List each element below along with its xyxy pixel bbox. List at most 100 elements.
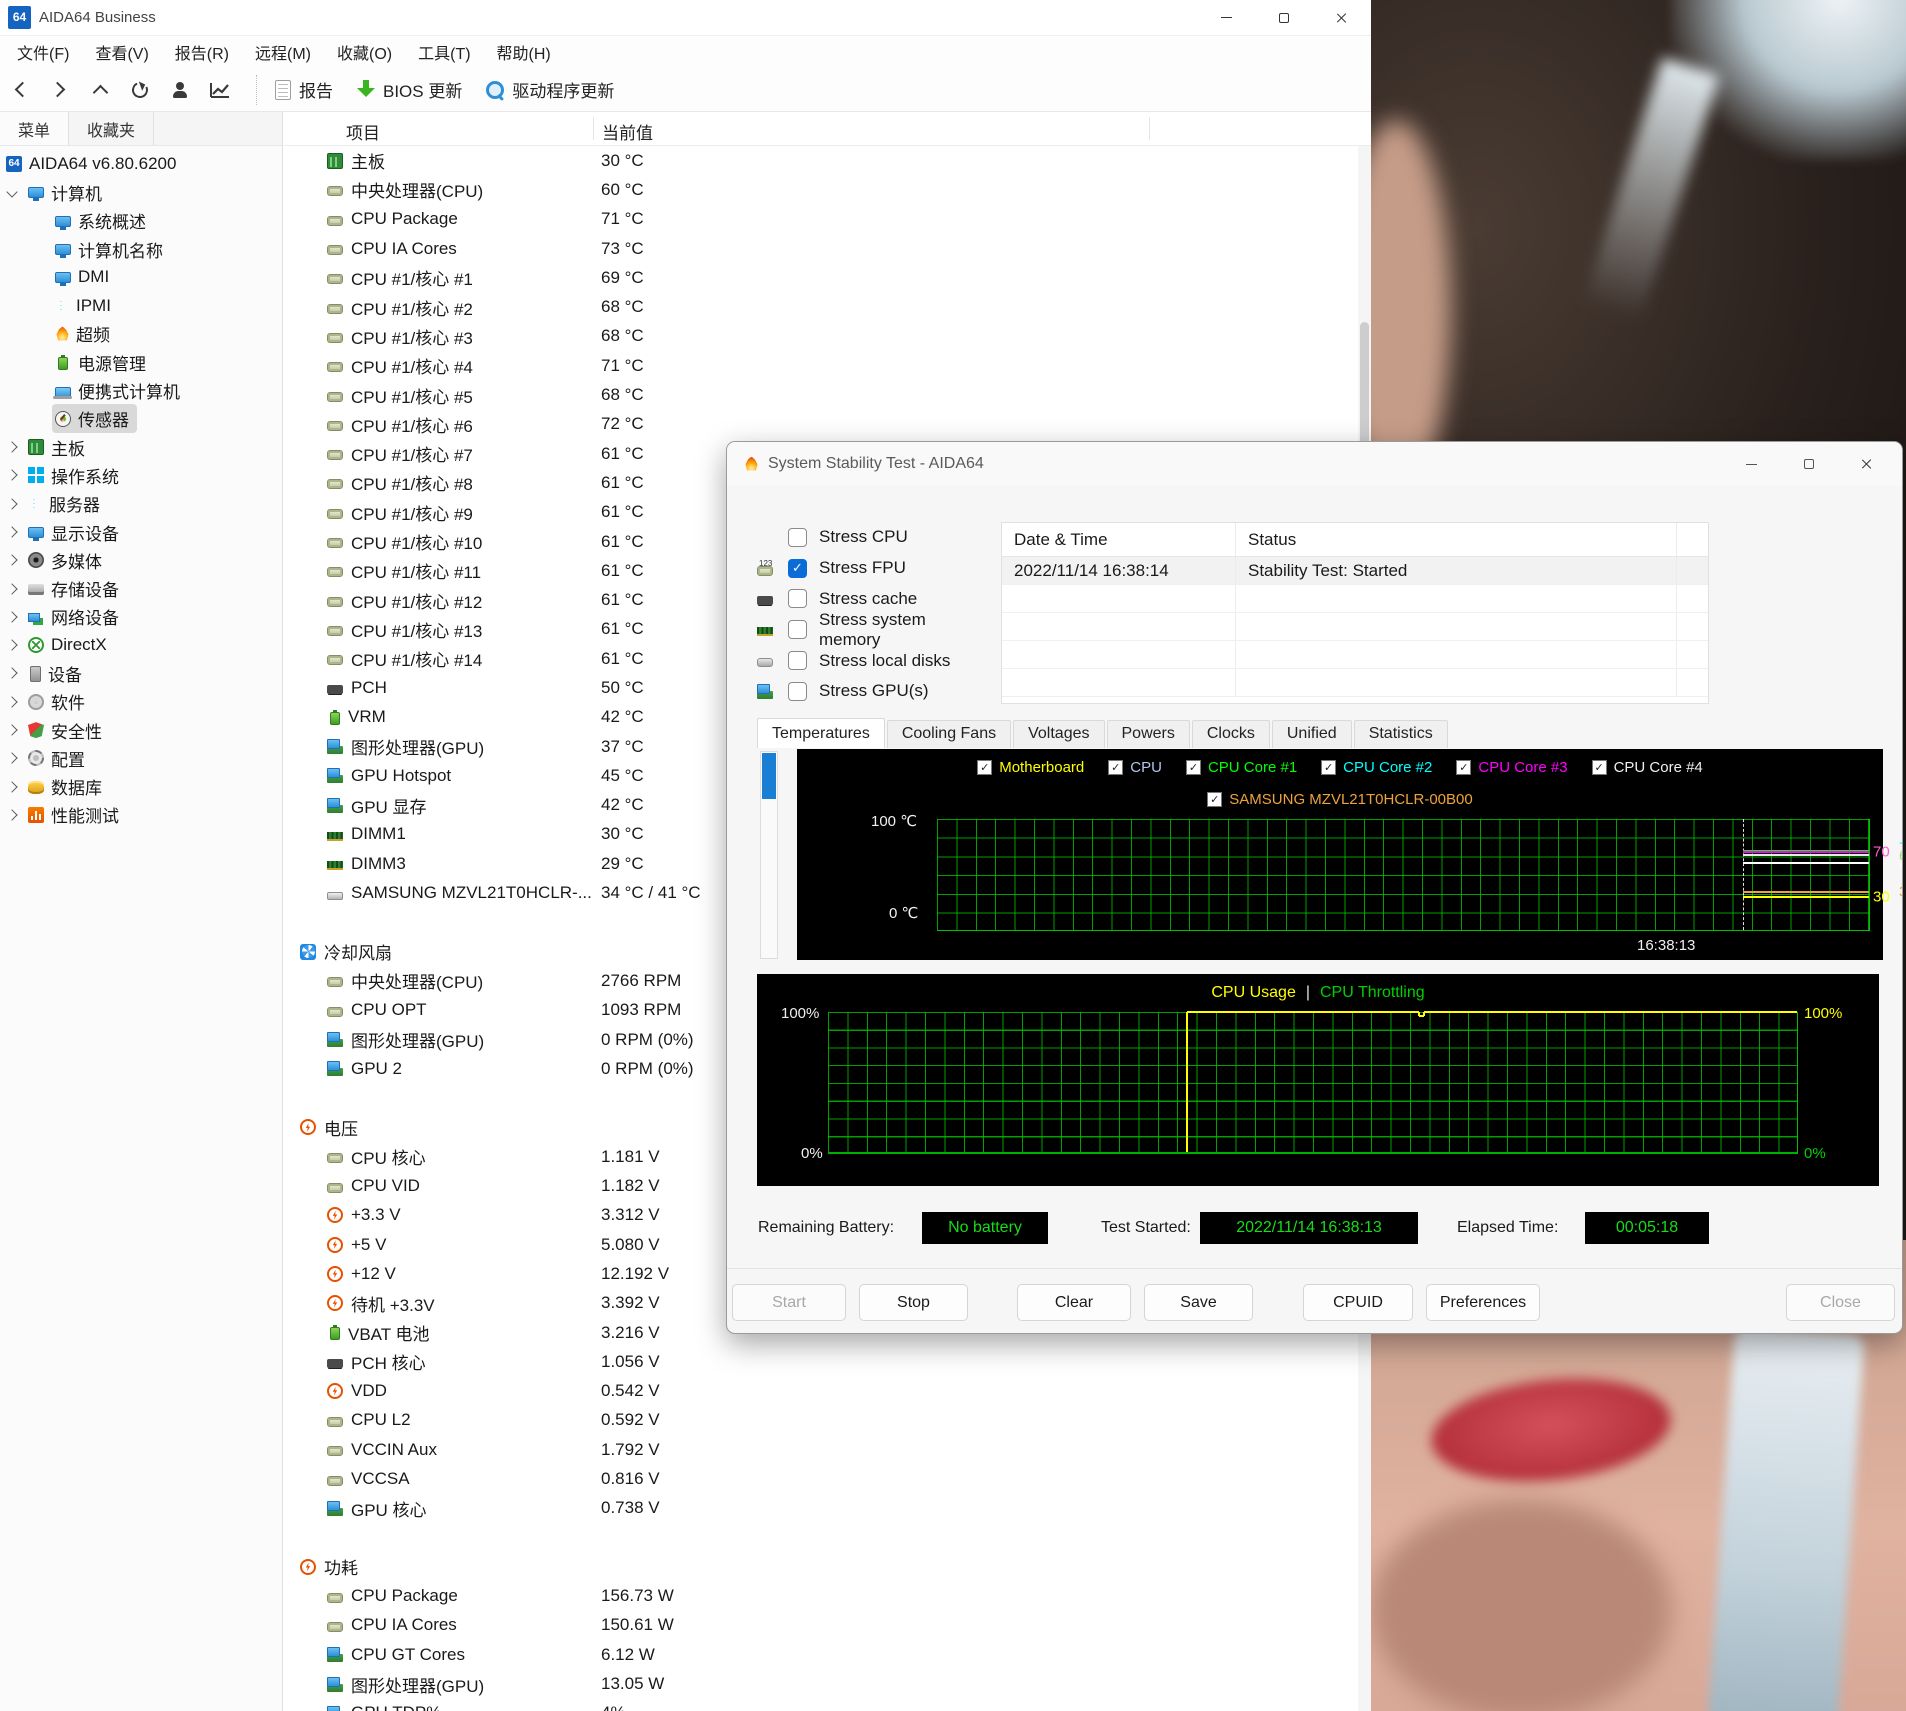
- tab-powers[interactable]: Powers: [1106, 720, 1190, 748]
- stress-option[interactable]: Stress system memory: [757, 610, 987, 649]
- sensor-row[interactable]: CPU #1/核心 #5 68 °C: [284, 380, 1353, 409]
- close-button[interactable]: [1313, 0, 1371, 35]
- chevron-right-icon[interactable]: [6, 724, 18, 736]
- sidebar-item[interactable]: 电源管理: [0, 348, 282, 376]
- sidebar-tab-menu[interactable]: 菜单: [0, 112, 70, 145]
- up-button[interactable]: [80, 72, 120, 108]
- chevron-down-icon[interactable]: [6, 186, 18, 199]
- legend-checkbox[interactable]: [1456, 760, 1472, 775]
- forward-button[interactable]: [40, 72, 80, 108]
- minimize-button[interactable]: [1197, 0, 1255, 35]
- toolbar-action-button[interactable]: BIOS 更新: [349, 72, 478, 108]
- chevron-right-icon[interactable]: [6, 809, 18, 821]
- dialog-close-button[interactable]: [1838, 442, 1896, 486]
- sidebar-item[interactable]: DMI: [0, 263, 282, 291]
- menu-item[interactable]: 报告(R): [162, 36, 242, 68]
- checkbox[interactable]: [788, 589, 807, 609]
- chevron-right-icon[interactable]: [6, 696, 18, 708]
- sidebar-item[interactable]: 操作系统: [0, 461, 282, 489]
- menu-item[interactable]: 收藏(O): [324, 36, 405, 68]
- maximize-button[interactable]: [1255, 0, 1313, 35]
- checkbox[interactable]: [788, 620, 807, 640]
- sensor-row[interactable]: CPU Package 71 °C: [284, 205, 1353, 234]
- chevron-right-icon[interactable]: [6, 752, 18, 765]
- sidebar-item[interactable]: 计算机: [0, 178, 282, 206]
- graph-button[interactable]: [200, 72, 240, 108]
- legend-checkbox[interactable]: [1321, 760, 1337, 775]
- checkbox[interactable]: [788, 681, 807, 701]
- dialog-minimize-button[interactable]: [1722, 442, 1780, 486]
- sensor-row[interactable]: 图形处理器(GPU) 13.05 W: [284, 1669, 1353, 1698]
- sensor-row[interactable]: 中央处理器(CPU) 60 °C: [284, 175, 1353, 204]
- sidebar-item[interactable]: 系统概述: [0, 207, 282, 235]
- stress-option[interactable]: Stress local disks: [757, 645, 987, 676]
- stress-option[interactable]: Stress GPU(s): [757, 676, 987, 707]
- sidebar-item[interactable]: 计算机名称: [0, 235, 282, 263]
- chevron-right-icon[interactable]: [6, 554, 18, 566]
- log-col-status[interactable]: Status: [1236, 523, 1677, 556]
- log-row[interactable]: 2022/11/14 16:38:14 Stability Test: Start…: [1002, 557, 1708, 585]
- back-button[interactable]: [0, 72, 40, 108]
- chevron-right-icon[interactable]: [6, 667, 18, 680]
- sidebar-item[interactable]: 64 AIDA64 v6.80.6200: [0, 150, 282, 178]
- sensor-row[interactable]: CPU #1/核心 #1 69 °C: [284, 263, 1353, 292]
- sidebar-tab-favorites[interactable]: 收藏夹: [69, 112, 155, 145]
- sidebar-item[interactable]: 数据库: [0, 773, 282, 801]
- menu-item[interactable]: 查看(V): [82, 36, 161, 68]
- sidebar-item[interactable]: 多媒体: [0, 546, 282, 574]
- user-button[interactable]: [160, 72, 200, 108]
- sidebar-item[interactable]: 存储设备: [0, 574, 282, 602]
- sensor-row[interactable]: CPU #1/核心 #2 68 °C: [284, 292, 1353, 321]
- toolbar-action-button[interactable]: 驱动程序更新: [478, 72, 630, 108]
- sensor-row[interactable]: CPU IA Cores 150.61 W: [284, 1611, 1353, 1640]
- sidebar-item[interactable]: DirectX: [0, 631, 282, 659]
- menu-item[interactable]: 工具(T): [405, 36, 483, 68]
- chart-scrollbar-thumb[interactable]: [762, 753, 776, 799]
- menu-item[interactable]: 帮助(H): [484, 36, 564, 68]
- sidebar-item[interactable]: 性能测试: [0, 801, 282, 829]
- sensor-row[interactable]: CPU Package 156.73 W: [284, 1582, 1353, 1611]
- tab-clocks[interactable]: Clocks: [1191, 720, 1270, 748]
- chevron-right-icon[interactable]: [6, 582, 18, 595]
- column-header-item[interactable]: 项目: [346, 119, 380, 144]
- sensor-row[interactable]: CPU L2 0.592 V: [284, 1406, 1353, 1435]
- legend-checkbox[interactable]: [1108, 760, 1124, 775]
- dialog-maximize-button[interactable]: [1780, 442, 1838, 486]
- sensor-row[interactable]: VCCSA 0.816 V: [284, 1464, 1353, 1493]
- chevron-right-icon[interactable]: [6, 781, 18, 793]
- sensor-row[interactable]: VCCIN Aux 1.792 V: [284, 1435, 1353, 1464]
- clear-button[interactable]: Clear: [1017, 1284, 1131, 1321]
- sidebar-item[interactable]: 网络设备: [0, 603, 282, 631]
- chart-scrollbar[interactable]: [760, 751, 778, 959]
- sidebar-item[interactable]: 超频: [0, 320, 282, 348]
- sensor-row[interactable]: CPU #1/核心 #6 72 °C: [284, 410, 1353, 439]
- stress-option[interactable]: Stress CPU: [757, 522, 987, 553]
- sidebar-item[interactable]: 主板: [0, 433, 282, 461]
- sidebar-item[interactable]: 服务器: [0, 490, 282, 518]
- sidebar-item[interactable]: 配置: [0, 744, 282, 772]
- sidebar-item[interactable]: 软件: [0, 688, 282, 716]
- sensor-row[interactable]: CPU GT Cores 6.12 W: [284, 1640, 1353, 1669]
- chevron-right-icon[interactable]: [6, 639, 18, 651]
- checkbox[interactable]: [788, 558, 807, 578]
- sensor-row[interactable]: CPU #1/核心 #4 71 °C: [284, 351, 1353, 380]
- checkbox[interactable]: [788, 527, 807, 547]
- tab-voltages[interactable]: Voltages: [1013, 720, 1105, 748]
- sensor-row[interactable]: GPU 核心 0.738 V: [284, 1494, 1353, 1523]
- sensor-row[interactable]: CPU #1/核心 #3 68 °C: [284, 322, 1353, 351]
- sensor-row[interactable]: GPU TDP% 4%: [284, 1699, 1353, 1711]
- legend-checkbox[interactable]: [1185, 760, 1201, 775]
- checkbox[interactable]: [788, 651, 807, 671]
- legend-checkbox[interactable]: [1207, 792, 1223, 807]
- sidebar-item[interactable]: 传感器: [0, 404, 282, 434]
- column-header-value[interactable]: 当前值: [602, 119, 653, 144]
- menu-item[interactable]: 文件(F): [4, 36, 82, 68]
- tab-unified[interactable]: Unified: [1271, 720, 1352, 748]
- sensor-row[interactable]: CPU IA Cores 73 °C: [284, 234, 1353, 263]
- legend-checkbox[interactable]: [1591, 760, 1607, 775]
- toolbar-action-button[interactable]: 报告: [267, 72, 349, 108]
- legend-checkbox[interactable]: [977, 760, 993, 775]
- preferences-button[interactable]: Preferences: [1426, 1284, 1540, 1321]
- chevron-right-icon[interactable]: [6, 526, 18, 538]
- chevron-right-icon[interactable]: [6, 441, 18, 453]
